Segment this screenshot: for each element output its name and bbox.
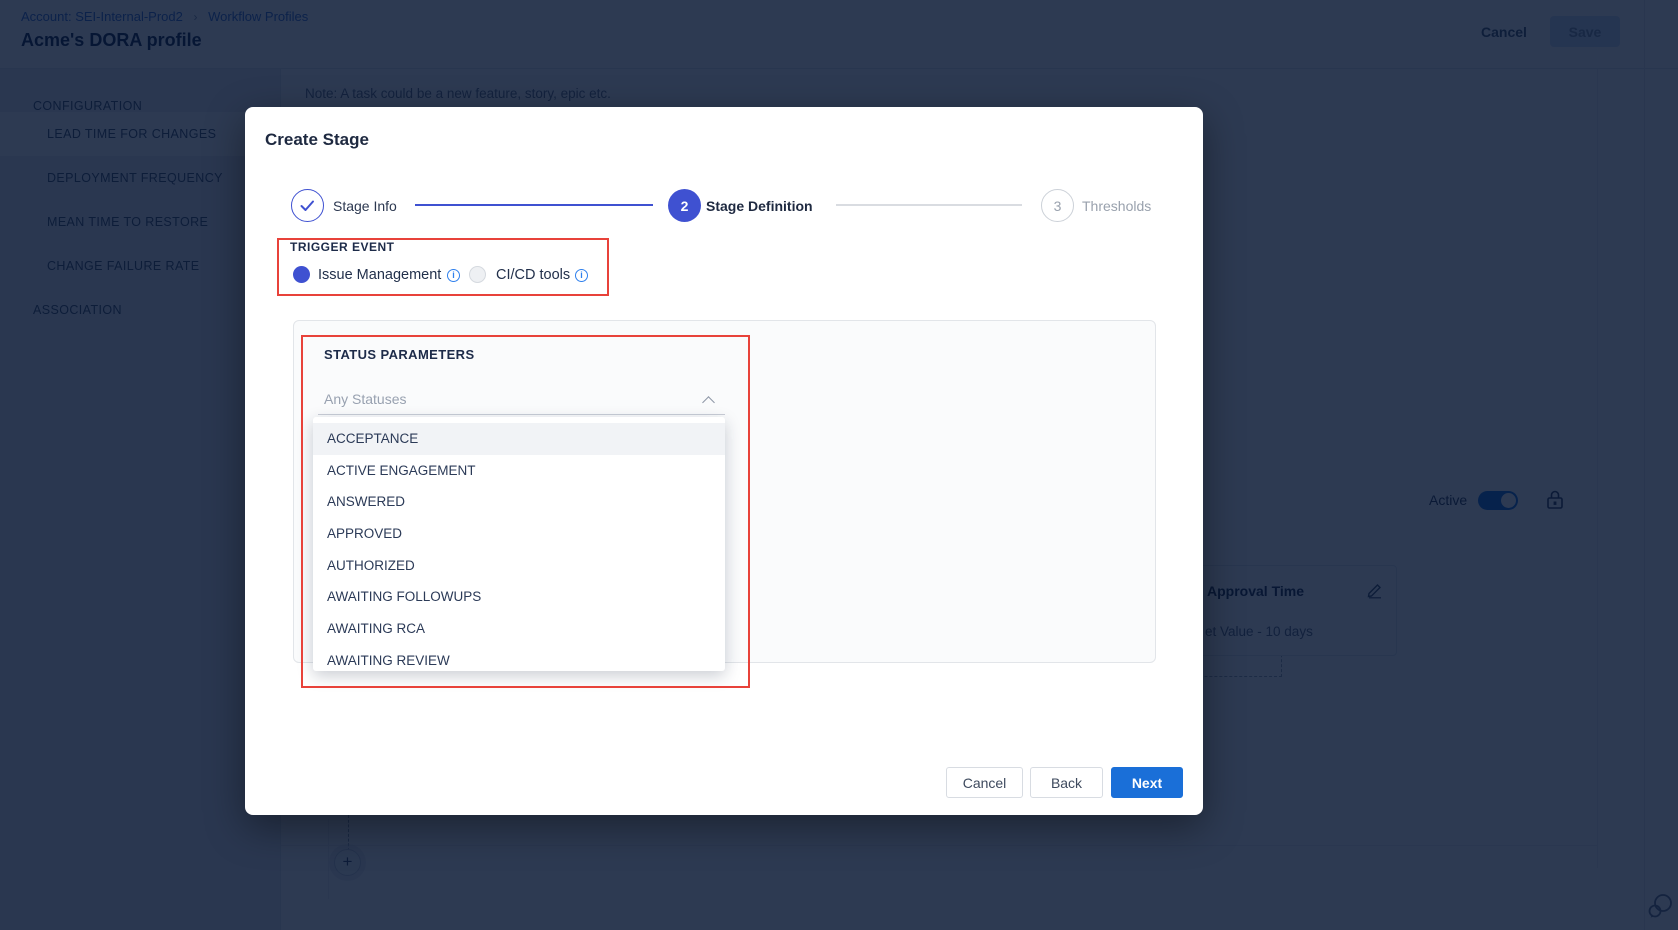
status-option-awaiting-followups[interactable]: AWAITING FOLLOWUPS (313, 581, 725, 613)
status-option-awaiting-rca[interactable]: AWAITING RCA (313, 613, 725, 645)
create-stage-modal: Create Stage Stage Info 2 Stage Definiti… (245, 107, 1203, 815)
step-1-label[interactable]: Stage Info (333, 198, 397, 214)
statuses-select-field[interactable]: Any Statuses (318, 388, 725, 415)
status-option-acceptance[interactable]: ACCEPTANCE (313, 423, 725, 455)
status-option-active-engagement[interactable]: ACTIVE ENGAGEMENT (313, 455, 725, 487)
radio-cicd-tools[interactable] (469, 266, 486, 283)
radio-cicd-tools-label[interactable]: CI/CD tools (496, 267, 570, 283)
step-2-circle[interactable]: 2 (668, 189, 701, 222)
info-icon-cicd-tools[interactable]: i (575, 269, 588, 282)
status-option-approved[interactable]: APPROVED (313, 518, 725, 550)
trigger-event-heading: TRIGGER EVENT (290, 240, 395, 254)
info-icon-issue-management[interactable]: i (447, 269, 460, 282)
status-parameters-heading: STATUS PARAMETERS (324, 347, 475, 362)
statuses-select-value: Any Statuses (324, 391, 407, 407)
modal-title: Create Stage (265, 130, 369, 150)
radio-issue-management[interactable] (293, 266, 310, 283)
status-option-awaiting-review[interactable]: AWAITING REVIEW (313, 645, 725, 671)
chevron-up-icon (702, 396, 715, 409)
modal-cancel-button[interactable]: Cancel (946, 767, 1023, 798)
statuses-dropdown-menu: ACCEPTANCE ACTIVE ENGAGEMENT ANSWERED AP… (313, 417, 725, 671)
stepper-line-1 (415, 204, 653, 206)
stepper-line-2 (836, 204, 1022, 206)
status-option-answered[interactable]: ANSWERED (313, 486, 725, 518)
modal-back-button[interactable]: Back (1030, 767, 1103, 798)
step-3-label[interactable]: Thresholds (1082, 198, 1151, 214)
radio-issue-management-label[interactable]: Issue Management (318, 267, 441, 283)
step-2-label[interactable]: Stage Definition (706, 198, 813, 214)
step-3-circle[interactable]: 3 (1041, 189, 1074, 222)
status-option-authorized[interactable]: AUTHORIZED (313, 550, 725, 582)
step-1-done-check-icon[interactable] (291, 189, 324, 222)
modal-next-button[interactable]: Next (1111, 767, 1183, 798)
